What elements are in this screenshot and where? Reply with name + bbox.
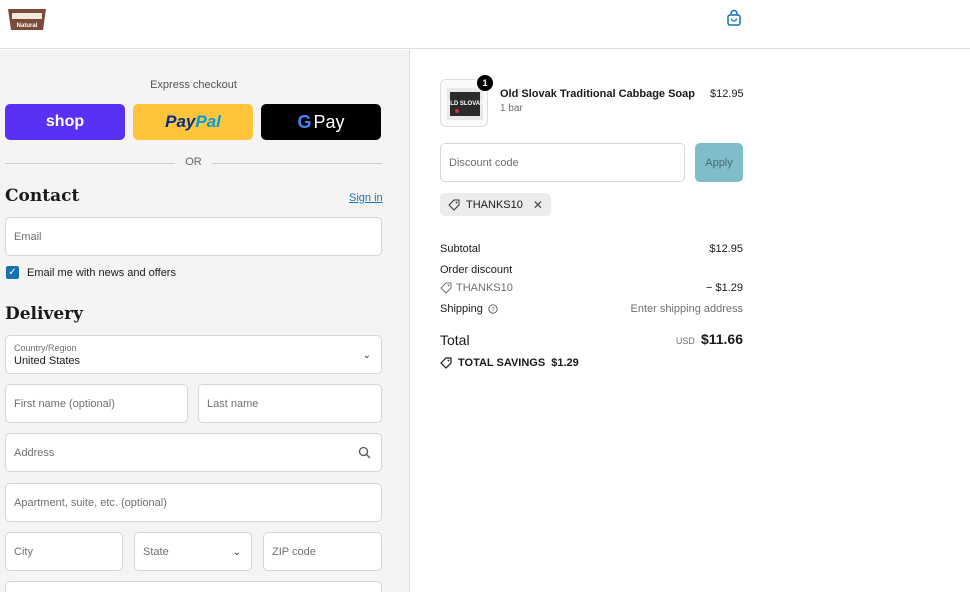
chevron-down-icon: ⌄: [232, 547, 241, 558]
news-offers-label: Email me with news and offers: [27, 266, 176, 279]
or-text: OR: [185, 156, 202, 168]
total-savings-value: $1.29: [551, 357, 579, 369]
total-value-group: USD $11.66: [676, 331, 743, 347]
total-label: Total: [440, 332, 470, 348]
applied-code-chip: THANKS10 ✕: [440, 193, 551, 216]
order-discount-label: Order discount: [440, 264, 513, 276]
email-placeholder: Email: [14, 230, 42, 243]
total-amount: $11.66: [700, 331, 743, 347]
google-g-icon: G: [297, 111, 312, 132]
country-select[interactable]: Country/Region United States ⌄: [5, 335, 382, 374]
country-label: Country/Region: [14, 342, 77, 353]
subtotal-value: $12.95: [709, 243, 743, 255]
shipping-row: Shipping ?: [440, 303, 498, 315]
svg-text:OLD SLOVAK: OLD SLOVAK: [446, 101, 486, 107]
apartment-placeholder: Apartment, suite, etc. (optional): [14, 496, 167, 509]
discount-code-field[interactable]: Discount code: [440, 143, 685, 182]
or-divider: OR: [5, 156, 382, 170]
search-icon: [358, 446, 371, 459]
subtotal-label: Subtotal: [440, 243, 481, 255]
zip-field[interactable]: ZIP code: [263, 532, 382, 571]
google-pay-button[interactable]: G Pay: [261, 104, 381, 140]
address-placeholder: Address: [14, 446, 55, 459]
order-summary-column: OLD SLOVAK 1 Old Slovak Traditional Cabb…: [411, 50, 970, 592]
shipping-label: Shipping: [440, 303, 483, 315]
svg-text:Natural: Natural: [17, 23, 38, 29]
phone-field[interactable]: [5, 581, 382, 592]
contact-title: Contact: [5, 186, 80, 206]
checkout-form-column: Express checkout shop Pay Pal G Pay OR Co…: [0, 50, 410, 592]
discount-value: − $1.29: [705, 282, 743, 294]
email-field[interactable]: Email: [5, 217, 382, 256]
checkout-header: Natural: [0, 0, 970, 49]
close-icon[interactable]: ✕: [533, 198, 543, 212]
tag-icon: [448, 199, 460, 211]
discount-code-text: THANKS10: [456, 282, 513, 294]
quantity-badge: 1: [477, 75, 493, 91]
paypal-label-pay: Pay: [165, 112, 196, 131]
total-currency: USD: [675, 336, 695, 346]
discount-code-row: THANKS10: [440, 282, 513, 294]
first-name-placeholder: First name (optional): [14, 397, 115, 410]
discount-placeholder: Discount code: [449, 156, 519, 169]
google-pay-label: Pay: [313, 111, 345, 132]
apartment-field[interactable]: Apartment, suite, etc. (optional): [5, 483, 382, 522]
first-name-field[interactable]: First name (optional): [5, 384, 188, 423]
brand-logo[interactable]: Natural: [6, 5, 48, 33]
applied-code-text: THANKS10: [466, 198, 523, 211]
shipping-value: Enter shipping address: [630, 303, 743, 315]
address-field[interactable]: Address: [5, 433, 382, 472]
chevron-down-icon: ⌄: [362, 350, 371, 361]
paypal-label-pal: Pal: [195, 112, 221, 131]
city-placeholder: City: [14, 545, 33, 558]
paypal-button[interactable]: Pay Pal: [133, 104, 253, 140]
news-offers-option: ✓ Email me with news and offers: [6, 266, 176, 279]
tag-icon: [440, 282, 452, 294]
product-name: Old Slovak Traditional Cabbage Soap: [500, 88, 695, 100]
apply-discount-button[interactable]: Apply: [695, 143, 743, 182]
sign-in-link[interactable]: Sign in: [349, 192, 383, 204]
shop-pay-label: shop: [45, 113, 85, 130]
last-name-placeholder: Last name: [207, 397, 259, 410]
product-variant: 1 bar: [500, 103, 523, 114]
state-placeholder: State: [143, 545, 169, 558]
express-checkout-title: Express checkout: [150, 79, 237, 91]
total-savings-row: TOTAL SAVINGS $1.29: [440, 357, 579, 369]
zip-placeholder: ZIP code: [272, 545, 316, 558]
shop-pay-button[interactable]: shop: [5, 104, 125, 140]
shopping-bag-icon[interactable]: [725, 9, 743, 27]
product-price: $12.95: [710, 88, 744, 100]
help-icon[interactable]: ?: [488, 304, 498, 314]
city-field[interactable]: City: [5, 532, 123, 571]
last-name-field[interactable]: Last name: [198, 384, 382, 423]
total-savings-label: TOTAL SAVINGS: [458, 357, 546, 369]
delivery-title: Delivery: [5, 304, 84, 324]
country-value: United States: [14, 354, 81, 367]
tag-icon: [440, 357, 452, 369]
news-offers-checkbox[interactable]: ✓: [6, 266, 19, 279]
state-select[interactable]: State ⌄: [134, 532, 252, 571]
